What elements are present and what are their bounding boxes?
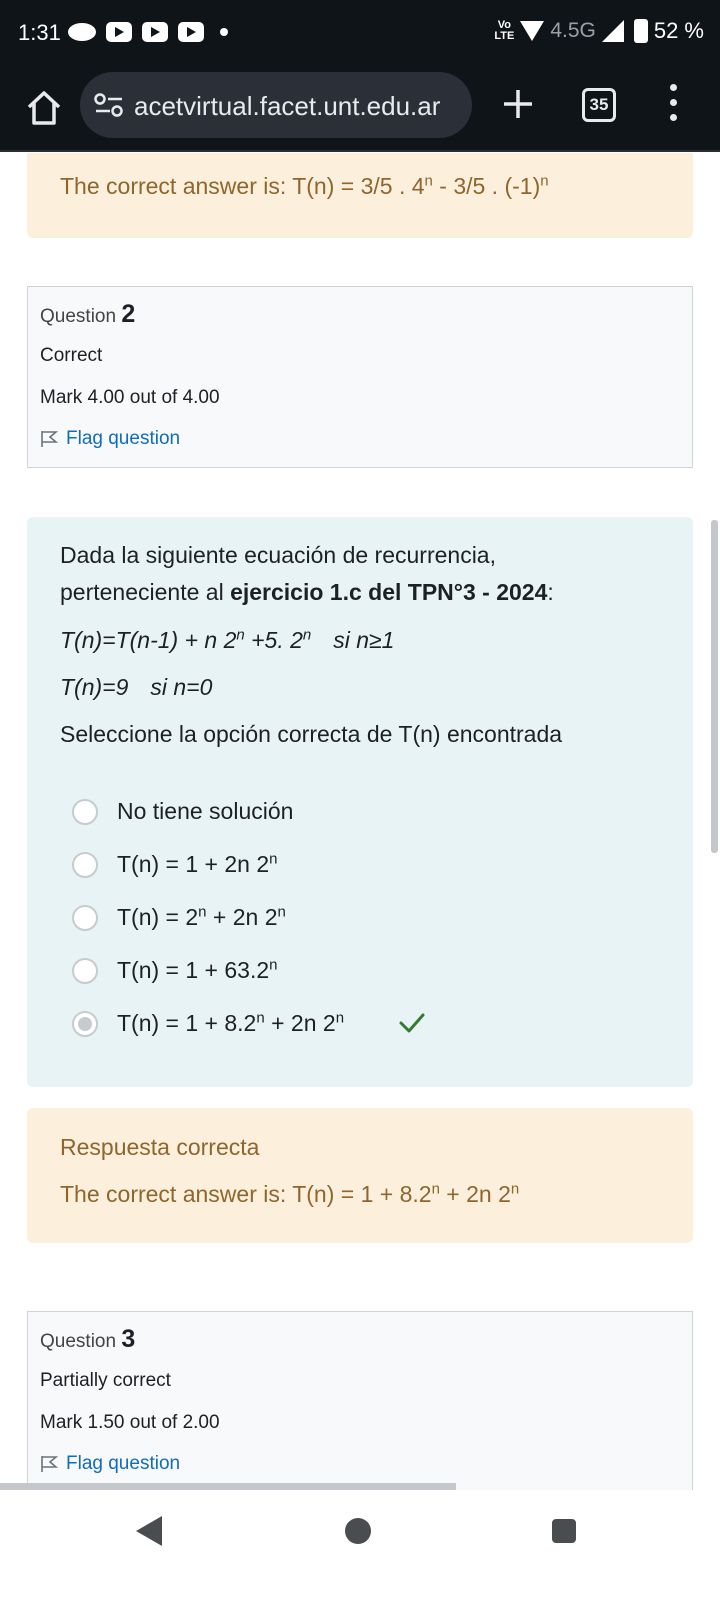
question-text-panel: Dada la siguiente ecuación de recurrenci… (27, 517, 693, 1087)
question-feedback: Respuesta correcta The correct answer is… (27, 1108, 693, 1243)
base-case-equation: T(n)=9 si n=0 (60, 674, 213, 700)
address-bar[interactable]: acetvirtual.facet.unt.edu.ar (80, 72, 472, 138)
flag-question-link[interactable]: Flag question (40, 428, 180, 450)
option-label: T(n) = 1 + 2n 2n (117, 850, 278, 877)
answer-option[interactable]: T(n) = 2n + 2n 2n (72, 898, 652, 938)
youtube-icon (142, 22, 168, 42)
menu-dot-icon (669, 99, 677, 106)
flag-question-label: Flag question (66, 1453, 181, 1474)
question-state: Partially correct (40, 1370, 171, 1391)
browser-menu-button[interactable] (666, 84, 680, 128)
question-intro-reference: perteneciente al ejercicio 1.c del TPN°3… (60, 579, 554, 605)
youtube-icon (106, 22, 132, 42)
home-icon (27, 91, 61, 125)
page-content: The correct answer is: T(n) = 3/5 . 4n -… (0, 153, 720, 1503)
question-info-panel: Question 3 Partially correct Mark 1.50 o… (27, 1311, 693, 1493)
back-button-icon[interactable] (136, 1516, 162, 1546)
answer-option[interactable]: T(n) = 1 + 2n 2n (72, 845, 652, 885)
question-prompt: Seleccione la opción correcta de T(n) en… (60, 721, 563, 747)
option-label: No tiene solución (117, 798, 294, 824)
question-title: Question 2 (40, 300, 136, 328)
flag-icon (41, 431, 58, 447)
app-notification-icon (68, 23, 96, 41)
previous-question-feedback: The correct answer is: T(n) = 3/5 . 4n -… (27, 153, 693, 238)
option-label: T(n) = 1 + 8.2n + 2n 2n (117, 1009, 345, 1036)
tab-switcher-button[interactable]: 35 (582, 88, 616, 122)
url-text: acetvirtual.facet.unt.edu.ar (134, 91, 441, 121)
plus-icon (504, 90, 532, 118)
radio-button-selected[interactable] (72, 1011, 98, 1037)
site-settings-icon[interactable] (94, 92, 124, 118)
question-title: Question 3 (40, 1325, 136, 1353)
battery-icon (633, 19, 648, 43)
status-time: 1:31 (18, 20, 61, 45)
correct-answer-text: The correct answer is: T(n) = 3/5 . 4n -… (60, 172, 549, 199)
signal-icon (601, 20, 624, 42)
network-type: 4.5G (550, 19, 596, 42)
feedback-result: Respuesta correcta (60, 1134, 260, 1160)
option-label: T(n) = 1 + 63.2n (117, 956, 278, 983)
horizontal-scrollbar[interactable] (0, 1483, 456, 1490)
radio-button[interactable] (72, 799, 98, 825)
home-button[interactable] (24, 88, 64, 128)
question-intro: Dada la siguiente ecuación de recurrenci… (60, 542, 496, 568)
option-label: T(n) = 2n + 2n 2n (117, 903, 286, 930)
more-notifications-dot-icon (220, 28, 228, 36)
flag-question-link[interactable]: Flag question (40, 1453, 180, 1475)
battery-percent: 52 % (653, 18, 704, 43)
wifi-icon (520, 21, 545, 41)
notification-icons (68, 22, 228, 42)
youtube-icon (178, 22, 204, 42)
correct-answer-text: The correct answer is: T(n) = 1 + 8.2n +… (60, 1180, 520, 1207)
answer-option[interactable]: No tiene solución (72, 792, 652, 832)
volte-icon: Vo LTE (494, 20, 514, 42)
radio-button[interactable] (72, 852, 98, 878)
volte-bottom-label: LTE (494, 30, 515, 42)
correct-check-icon (399, 1013, 425, 1033)
vertical-scrollbar[interactable] (711, 520, 718, 853)
menu-dot-icon (669, 114, 677, 121)
question-number: 2 (121, 300, 136, 328)
menu-dot-icon (669, 84, 677, 91)
recent-apps-icon[interactable] (552, 1519, 576, 1543)
question-state: Correct (40, 345, 103, 366)
answer-option[interactable]: T(n) = 1 + 63.2n (72, 951, 652, 991)
status-bar: 1:31 Vo LTE 4.5G 52 % (0, 0, 720, 64)
answer-option-selected[interactable]: T(n) = 1 + 8.2n + 2n 2n (72, 1004, 652, 1044)
question-mark: Mark 4.00 out of 4.00 (40, 387, 220, 408)
flag-question-label: Flag question (66, 428, 181, 449)
radio-button[interactable] (72, 958, 98, 984)
recurrence-equation: T(n)=T(n-1) + n 2n +5. 2n si n≥1 (60, 626, 395, 653)
home-circle-icon[interactable] (345, 1518, 371, 1544)
flag-icon (41, 1456, 58, 1472)
question-info-panel: Question 2 Correct Mark 4.00 out of 4.00… (27, 286, 693, 468)
radio-button[interactable] (72, 905, 98, 931)
question-number: 3 (121, 1325, 136, 1353)
new-tab-button[interactable] (498, 84, 538, 124)
status-indicators: Vo LTE 4.5G 52 % (494, 18, 704, 44)
system-navigation-bar (0, 1490, 720, 1600)
question-mark: Mark 1.50 out of 2.00 (40, 1412, 220, 1433)
browser-toolbar: acetvirtual.facet.unt.edu.ar 35 (0, 64, 720, 152)
phone-screen: 1:31 Vo LTE 4.5G 52 % acetvirtual.facet.… (0, 0, 720, 1600)
